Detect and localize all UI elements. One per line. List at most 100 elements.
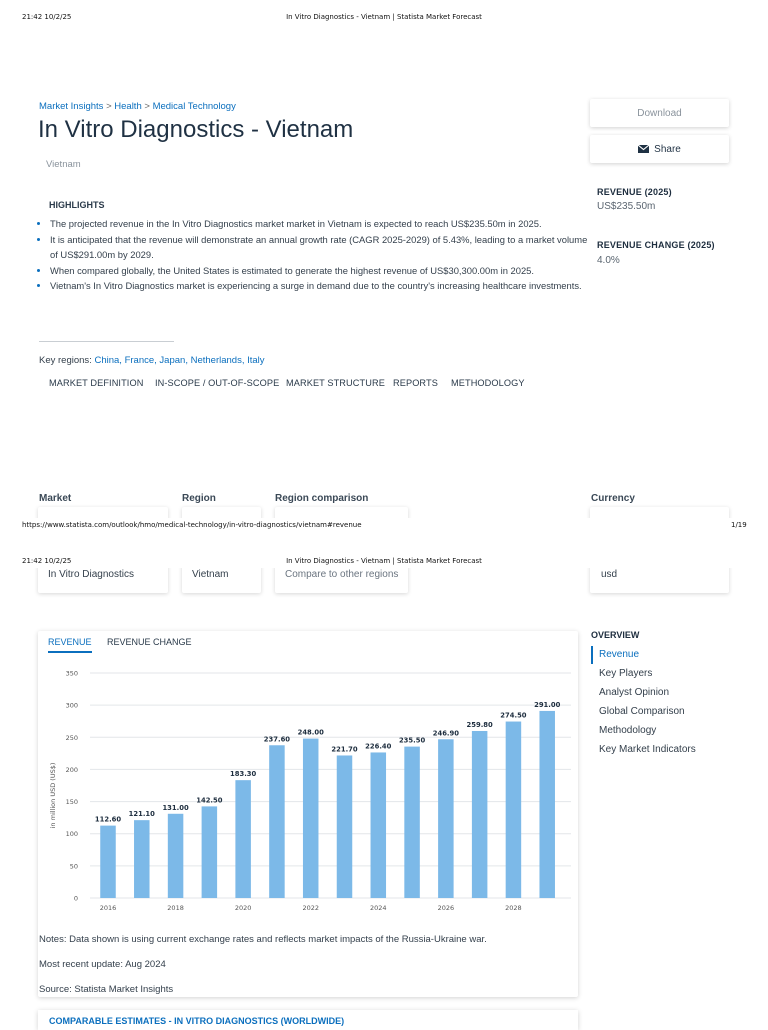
data-label: 291.00 [534,701,560,709]
y-tick-label: 0 [74,895,78,903]
tab-in-scope-out-of-scope[interactable]: IN-SCOPE / OUT-OF-SCOPE [155,378,279,388]
y-tick-label: 300 [66,702,78,710]
comparable-estimates-title: COMPARABLE ESTIMATES - IN VITRO DIAGNOST… [49,1016,345,1026]
bar-2017 [134,820,150,898]
x-tick-label: 2020 [235,904,252,912]
chart-update: Most recent update: Aug 2024 [39,959,166,970]
data-label: 221.70 [331,745,357,753]
region-link-netherlands[interactable]: Netherlands [191,355,242,366]
y-tick-label: 350 [66,670,78,678]
bar-2024 [370,752,387,898]
highlight-item: The projected revenue in the In Vitro Di… [50,216,595,232]
page-title: In Vitro Diagnostics - Vietnam [38,116,354,143]
bar-2016 [100,825,116,898]
breadcrumb-health[interactable]: Health [114,101,141,112]
bar-2022 [302,738,319,898]
overview-active-indicator [591,646,593,664]
tab-methodology[interactable]: METHODOLOGY [451,378,525,388]
x-tick-label: 2016 [100,904,117,912]
kpi-revenue-label: REVENUE (2025) [597,187,672,197]
bar-2020 [235,780,251,898]
breadcrumb-separator: > [106,101,112,112]
highlight-item: When compared globally, the United State… [50,263,595,279]
overview-heading: OVERVIEW [591,630,640,640]
bar-2018 [167,813,184,898]
region-comparison-value: Compare to other regions [285,569,399,580]
y-tick-label: 100 [66,830,78,838]
region-selector-value: Vietnam [192,569,229,580]
chart-tab-revenue[interactable]: REVENUE [48,637,92,653]
bar-2025 [404,746,420,898]
y-tick-label: 50 [70,862,78,870]
y-tick-label: 200 [66,766,78,774]
kpi-revenue-change-label: REVENUE CHANGE (2025) [597,240,715,250]
page-subtitle: Vietnam [46,159,81,170]
chart-notes: Notes: Data shown is using current excha… [39,934,487,945]
breadcrumb-separator: > [144,101,150,112]
overview-item-key-market-indicators[interactable]: Key Market Indicators [599,744,696,755]
market-selector-label: Market [39,493,72,504]
print-title: In Vitro Diagnostics - Vietnam | Statist… [286,557,482,565]
tab-reports[interactable]: REPORTS [393,378,438,388]
bar-2026 [438,739,454,898]
bar-2019 [201,806,218,898]
breadcrumb: Market Insights > Health > Medical Techn… [39,101,236,112]
revenue-bar-chart: 0 50 100 150 200 250 300 350 in million USD (US$… [49,670,571,912]
overview-item-key-players[interactable]: Key Players [599,668,652,679]
region-link-china[interactable]: China [94,355,119,366]
share-label: Share [654,143,681,155]
bar-2029 [539,710,555,898]
envelope-icon [638,145,650,153]
overview-item-analyst-opinion[interactable]: Analyst Opinion [599,687,669,698]
kpi-revenue-value: US$235.50m [597,201,656,212]
region-link-italy[interactable]: Italy [247,355,264,366]
data-label: 131.00 [162,804,188,812]
highlight-item: It is anticipated that the revenue will … [50,232,595,263]
data-label: 274.50 [500,712,526,720]
print-footer-page: 1/19 [731,521,747,529]
bar-2023 [336,755,353,898]
currency-selector-value: usd [601,569,618,580]
comparable-estimates-card: COMPARABLE ESTIMATES - IN VITRO DIAGNOST… [38,1010,578,1030]
download-button[interactable]: Download [590,99,729,127]
chart-tab-revenue-change[interactable]: REVENUE CHANGE [107,637,192,647]
x-tick-label: 2028 [505,904,522,912]
share-button[interactable]: Share [590,135,729,163]
data-label: 235.50 [399,737,425,745]
chart-source: Source: Statista Market Insights [39,984,174,995]
download-label: Download [637,107,682,119]
overview-item-revenue[interactable]: Revenue [599,649,639,660]
print-title: In Vitro Diagnostics - Vietnam | Statist… [286,13,482,21]
y-tick-label: 150 [66,798,78,806]
data-label: 112.60 [95,816,121,824]
tab-market-structure[interactable]: MARKET STRUCTURE [286,378,385,388]
overview-item-global-comparison[interactable]: Global Comparison [599,706,685,717]
key-regions: Key regions: China, France, Japan, Nethe… [39,355,265,366]
bar-2027 [471,730,488,898]
data-label: 226.40 [365,742,391,750]
data-label: 246.90 [433,729,459,737]
data-label: 121.10 [129,810,155,818]
data-label: 142.50 [196,796,222,804]
region-link-france[interactable]: France [125,355,155,366]
x-tick-label: 2024 [370,904,387,912]
region-selector-label: Region [182,493,216,504]
region-comparison-label: Region comparison [275,493,369,504]
kpi-revenue-change-value: 4.0% [597,255,620,266]
y-axis-label: in million USD (US$) [49,763,57,829]
tab-market-definition[interactable]: MARKET DEFINITION [49,378,143,388]
region-link-japan[interactable]: Japan [159,355,185,366]
highlights-heading: HIGHLIGHTS [49,200,105,210]
currency-selector-label: Currency [591,493,635,504]
divider [39,341,174,342]
overview-item-methodology[interactable]: Methodology [599,725,656,736]
data-label: 237.60 [264,735,290,743]
breadcrumb-medical-technology[interactable]: Medical Technology [153,101,236,112]
x-tick-label: 2018 [167,904,184,912]
key-regions-label: Key regions: [39,355,92,366]
x-tick-label: 2022 [302,904,319,912]
market-selector-value: In Vitro Diagnostics [48,569,134,580]
breadcrumb-market-insights[interactable]: Market Insights [39,101,103,112]
highlight-item: Vietnam's In Vitro Diagnostics market is… [50,278,595,294]
bar-2028 [505,721,522,898]
